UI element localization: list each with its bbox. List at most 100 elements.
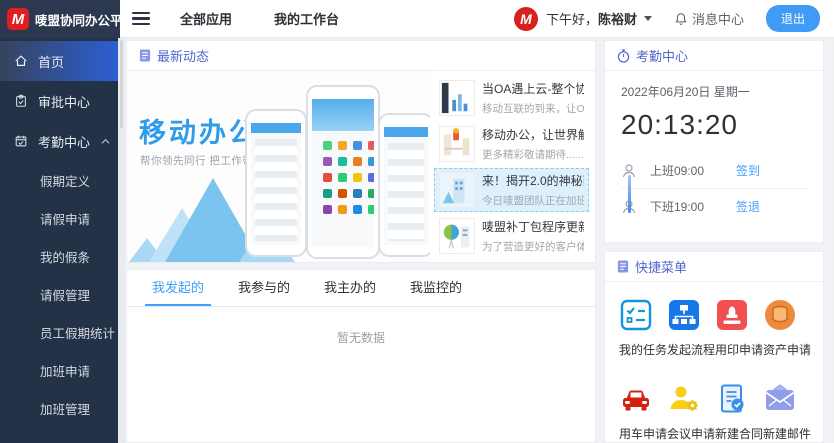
news-thumbnail: [439, 172, 475, 208]
tab-monitored-by-me[interactable]: 我监控的: [393, 270, 479, 306]
empty-state-text: 暂无数据: [127, 307, 595, 346]
username: 陈裕财: [598, 12, 637, 27]
checkin-link[interactable]: 签到: [736, 162, 760, 179]
person-icon: [621, 199, 637, 215]
sidebar-item-my-leave-notes[interactable]: 我的假条: [0, 237, 118, 275]
meeting-icon: [667, 382, 701, 416]
logo-area: M 唛盟协同办公平台: [0, 0, 120, 38]
sidebar-item-overtime-management[interactable]: 加班管理: [0, 389, 118, 427]
phone-mockup-right: [378, 113, 430, 257]
news-item[interactable]: 移动办公，让世界触手可 更多精彩敬请期待.......: [434, 122, 589, 167]
quick-item-new-contract[interactable]: 新建合同: [715, 382, 763, 442]
quick-menu-panel: 快捷菜单 我的任务 发起流程 用印申请: [604, 251, 824, 443]
news-title: 当OA遇上云-整个协同OA: [482, 80, 584, 97]
sidebar-item-leave-management[interactable]: 请假管理: [0, 275, 118, 313]
user-avatar[interactable]: M: [514, 7, 538, 31]
attendance-date: 2022年06月20日 星期一: [621, 83, 807, 100]
quick-item-label: 新建合同: [715, 425, 763, 442]
quick-item-vehicle-application[interactable]: 用车申请: [619, 382, 667, 442]
oa-platform-window: M 唛盟协同办公平台 全部应用 我的工作台 M 下午好，陈裕财 消息中心 退出 …: [0, 0, 834, 443]
news-list: 当OA遇上云-整个协同OA 移动互联的到来，让OA与云 移动办公，让世界触手可 …: [430, 71, 595, 262]
top-header: M 唛盟协同办公平台 全部应用 我的工作台 M 下午好，陈裕财 消息中心 退出: [0, 0, 834, 38]
car-icon: [619, 382, 653, 416]
sidebar-item-approval-center[interactable]: 审批中心: [0, 81, 118, 121]
news-item[interactable]: 当OA遇上云-整个协同OA 移动互联的到来，让OA与云: [434, 76, 589, 121]
quick-menu-grid: 我的任务 发起流程 用印申请 资产申请: [605, 282, 823, 442]
quick-item-meeting-application[interactable]: 会议申请: [667, 382, 715, 442]
approval-icon: [14, 94, 28, 108]
quick-item-seal-application[interactable]: 用印申请: [715, 298, 763, 358]
quick-item-label: 会议申请: [667, 425, 715, 442]
phone-mockup-left: [245, 109, 307, 257]
greeting-prefix: 下午好，: [546, 12, 598, 27]
sidebar-item-label: 审批中心: [38, 92, 110, 111]
stamp-icon: [715, 298, 749, 332]
chevron-up-icon: [101, 138, 110, 145]
tab-hosted-by-me[interactable]: 我主办的: [307, 270, 393, 306]
news-thumbnail: [439, 218, 475, 254]
checkout-link[interactable]: 签退: [736, 198, 760, 215]
news-desc: 今日唛盟团队正在加班加点,: [482, 193, 584, 208]
quick-menu-title: 快捷菜单: [635, 257, 687, 276]
nav-all-apps[interactable]: 全部应用: [180, 9, 232, 28]
mobile-office-banner[interactable]: 移动办公 帮你领先同行 把工作带出办公室: [127, 71, 430, 262]
sidebar-scrollbar[interactable]: [118, 38, 125, 443]
quick-item-label: 用车申请: [619, 425, 667, 442]
workflow-tabs-panel: 我发起的 我参与的 我主办的 我监控的 暂无数据: [126, 269, 596, 443]
news-item[interactable]: 唛盟补丁包程序更新 为了营造更好的客户体验，唛: [434, 213, 589, 258]
checkin-time-label: 上班09:00: [650, 162, 704, 179]
quick-item-new-mail[interactable]: 新建邮件: [763, 382, 811, 442]
hamburger-menu-icon[interactable]: [132, 12, 150, 26]
home-icon: [14, 54, 28, 68]
message-center-button[interactable]: 消息中心: [674, 9, 744, 28]
quick-item-label: 新建邮件: [763, 425, 811, 442]
flow-icon: [667, 298, 701, 332]
banner-headline: 移动办公: [139, 111, 259, 150]
stopwatch-icon: [617, 49, 630, 63]
tab-initiated-by-me[interactable]: 我发起的: [135, 270, 221, 306]
document-icon: [617, 260, 629, 273]
news-panel-title: 最新动态: [157, 46, 209, 65]
sidebar-item-home[interactable]: 首页: [0, 41, 118, 81]
news-desc: 为了营造更好的客户体验，唛: [482, 239, 584, 254]
news-thumbnail: [439, 80, 475, 116]
quick-item-label: 发起流程: [667, 341, 715, 358]
contract-icon: [715, 382, 749, 416]
quick-item-asset-application[interactable]: 资产申请: [763, 298, 811, 358]
sidebar-item-employee-leave-stats[interactable]: 员工假期统计: [0, 313, 118, 351]
sidebar-item-holiday-definition[interactable]: 假期定义: [0, 161, 118, 199]
attendance-row-checkin: 上班09:00 签到: [621, 153, 807, 189]
asset-icon: [763, 298, 797, 332]
sidebar-item-label: 考勤中心: [38, 132, 91, 151]
sidebar-item-attendance-center[interactable]: 考勤中心: [0, 121, 118, 161]
message-center-label: 消息中心: [692, 9, 744, 28]
tasks-icon: [619, 298, 653, 332]
news-item-selected[interactable]: 来！揭开2.0的神秘面纱- 今日唛盟团队正在加班加点,: [434, 168, 589, 213]
quick-item-start-flow[interactable]: 发起流程: [667, 298, 715, 358]
phone-mockup-center: [306, 85, 380, 259]
quick-item-label: 用印申请: [715, 341, 763, 358]
news-panel-header: 最新动态: [127, 41, 595, 71]
workflow-tab-bar: 我发起的 我参与的 我主办的 我监控的: [127, 270, 595, 307]
attendance-icon: [14, 134, 28, 148]
tab-participated-by-me[interactable]: 我参与的: [221, 270, 307, 306]
header-bar: 全部应用 我的工作台 M 下午好，陈裕财 消息中心 退出: [120, 0, 834, 38]
quick-menu-header: 快捷菜单: [605, 252, 823, 282]
nav-my-workbench[interactable]: 我的工作台: [274, 9, 339, 28]
sidebar-item-leave-application[interactable]: 请假申请: [0, 199, 118, 237]
greeting-text[interactable]: 下午好，陈裕财: [546, 9, 637, 28]
logout-button[interactable]: 退出: [766, 5, 820, 32]
document-icon: [139, 49, 151, 62]
attendance-timeline: 上班09:00 签到 下班19:00 签退: [621, 153, 807, 224]
sidebar-item-label: 首页: [38, 52, 110, 71]
bell-icon: [674, 12, 688, 26]
attendance-panel-title: 考勤中心: [636, 46, 688, 65]
sidebar-item-overtime-application[interactable]: 加班申请: [0, 351, 118, 389]
checkout-time-label: 下班19:00: [650, 198, 704, 215]
news-desc: 移动互联的到来，让OA与云: [482, 101, 584, 116]
quick-item-label: 资产申请: [763, 341, 811, 358]
caret-down-icon[interactable]: [644, 16, 652, 21]
attendance-row-checkout: 下班19:00 签退: [621, 189, 807, 224]
news-title: 移动办公，让世界触手可: [482, 126, 584, 143]
quick-item-my-tasks[interactable]: 我的任务: [619, 298, 667, 358]
